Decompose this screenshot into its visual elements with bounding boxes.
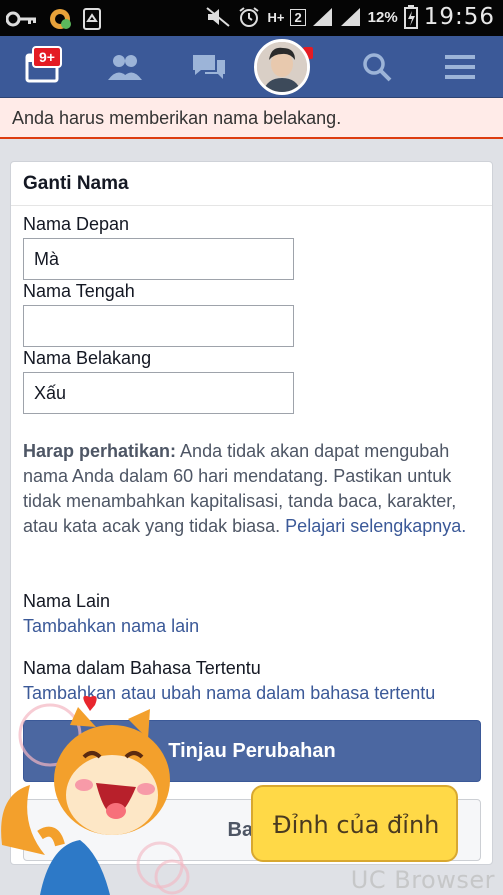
sim-slot-label: 2 (290, 8, 306, 26)
divider (11, 205, 492, 206)
signal-icon (312, 7, 334, 27)
language-names-label: Nama dalam Bahasa Tertentu (23, 658, 261, 678)
status-bar: H+ 2 12% 19:56 (0, 0, 503, 36)
uc-browser-icon (48, 7, 72, 31)
alarm-icon (237, 5, 261, 29)
uc-bubble-text: Đỉnh của đỉnh (273, 811, 440, 839)
search-icon (363, 53, 392, 82)
battery-icon (403, 5, 418, 29)
search-button[interactable] (357, 48, 397, 86)
friends-icon (108, 55, 142, 80)
messages-icon (193, 55, 225, 79)
add-other-name-link[interactable]: Tambahkan nama lain (23, 616, 199, 637)
other-names-label: Nama Lain (23, 591, 111, 611)
first-name-input[interactable]: Mà (23, 238, 294, 280)
name-change-notice: Harap perhatikan: Anda tidak akan dapat … (23, 439, 485, 539)
notifications-badge: 9+ (32, 46, 62, 68)
last-name-label: Nama Belakang (23, 348, 152, 368)
uc-speech-bubble[interactable]: Đỉnh của đỉnh (251, 785, 458, 862)
error-message: Anda harus memberikan nama belakang. (12, 108, 342, 128)
messages-button[interactable] (189, 48, 229, 86)
uc-squirrel-mascot[interactable] (0, 695, 190, 895)
network-type-label: H+ (267, 9, 285, 25)
middle-name-input[interactable] (23, 305, 294, 347)
first-name-label: Nama Depan (23, 214, 130, 234)
last-name-input[interactable]: Xấu (23, 372, 294, 414)
card-title: Ganti Nama (23, 173, 129, 194)
menu-icon (445, 55, 475, 79)
clock: 19:56 (423, 4, 495, 30)
battery-percent: 12% (367, 8, 398, 26)
recycle-icon (82, 7, 102, 31)
uc-browser-watermark: UC Browser (350, 866, 495, 894)
learn-more-link[interactable]: Pelajari selengkapnya. (285, 516, 466, 536)
signal-icon-2 (340, 7, 362, 27)
top-navigation (0, 36, 503, 98)
mute-icon (205, 6, 231, 28)
menu-button[interactable] (440, 48, 480, 86)
error-banner: Anda harus memberikan nama belakang. (0, 98, 503, 139)
profile-avatar[interactable] (254, 39, 310, 95)
notice-heading: Harap perhatikan: (23, 441, 177, 461)
profile-photo (257, 42, 307, 92)
key-icon (6, 10, 38, 28)
friend-requests-button[interactable] (105, 48, 145, 86)
middle-name-label: Nama Tengah (23, 281, 135, 301)
